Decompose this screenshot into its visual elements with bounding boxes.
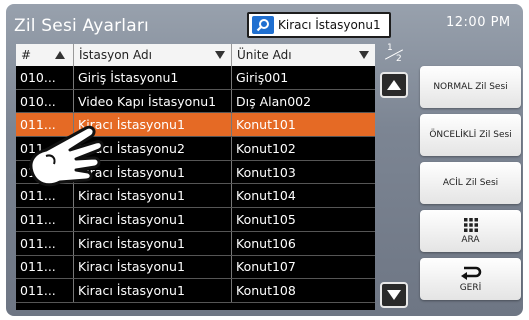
row-number: 011... (16, 279, 74, 302)
row-station-name: Kiracı İstasyonu1 (74, 255, 232, 279)
row-unit-name: Konut104 (236, 188, 296, 204)
page-total: 2 (396, 54, 402, 64)
row-unit-name: Konut102 (236, 140, 296, 156)
search-field[interactable]: Kiracı İstasyonu1 (247, 12, 391, 38)
table-header: # İstasyon Adı Ünite Adı (16, 44, 375, 66)
row-number: 010... (16, 89, 74, 113)
search-icon (252, 16, 274, 34)
row-unit-name: Konut107 (236, 259, 296, 275)
row-unit-name: Konut103 (236, 164, 296, 180)
sort-desc-icon (215, 51, 225, 59)
emergency-ringtone-label: ACİL Zil Sesi (442, 178, 499, 188)
arrow-down-icon (387, 290, 401, 300)
table-row[interactable]: 011... Kiracı İstasyonu1 Konut108 (16, 279, 375, 303)
emergency-ringtone-button[interactable]: ACİL Zil Sesi (420, 162, 521, 204)
col-station-label: İstasyon Adı (79, 48, 152, 62)
keypad-icon (463, 217, 478, 232)
row-unit-name: Konut108 (236, 283, 296, 299)
row-number: 010... (16, 66, 74, 89)
back-arrow-icon (460, 266, 481, 280)
row-station-name: Video Kapı İstasyonu1 (74, 89, 232, 113)
row-unit-name: Dış Alan002 (236, 93, 312, 109)
sort-desc-icon (359, 51, 369, 59)
scroll-down-button[interactable] (380, 282, 408, 308)
table-row[interactable]: 011... Kiracı İstasyonu1 Konut105 (16, 208, 375, 232)
row-number: 011... (16, 255, 74, 279)
col-number-header[interactable]: # (16, 44, 74, 66)
priority-ringtone-label: ÖNCELİKLİ Zil Sesi (429, 130, 512, 140)
col-unit-header[interactable]: Ünite Adı (232, 44, 375, 66)
pager: 1 2 (378, 43, 410, 310)
col-number-label: # (21, 48, 32, 62)
page-indicator: 1 2 (378, 43, 410, 66)
arrow-up-icon (387, 80, 401, 90)
normal-ringtone-label: NORMAL Zil Sesi (433, 82, 508, 92)
clock: 12:00 PM (446, 15, 511, 30)
screen: Zil Sesi Ayarları Kiracı İstasyonu1 12:0… (6, 4, 523, 316)
row-station-name: Kiracı İstasyonu1 (74, 279, 232, 302)
page-title: Zil Sesi Ayarları (14, 16, 149, 36)
touch-hand-icon (26, 114, 116, 194)
search-button[interactable]: ARA (420, 210, 521, 252)
row-station-name: Giriş İstasyonu1 (74, 66, 232, 89)
row-station-name: Kiracı İstasyonu1 (74, 231, 232, 255)
priority-ringtone-button[interactable]: ÖNCELİKLİ Zil Sesi (420, 114, 521, 156)
search-value: Kiracı İstasyonu1 (278, 18, 381, 32)
sort-asc-icon (55, 51, 66, 59)
table-row[interactable]: 011... Kiracı İstasyonu1 Konut107 (16, 255, 375, 280)
search-button-label: ARA (461, 234, 480, 245)
page-current: 1 (387, 43, 393, 53)
row-number: 011... (16, 231, 74, 255)
back-button[interactable]: GERİ (420, 258, 521, 300)
back-button-label: GERİ (459, 282, 482, 293)
table-row[interactable]: 010... Video Kapı İstasyonu1 Dış Alan002 (16, 89, 375, 114)
row-unit-name: Konut105 (236, 211, 296, 227)
col-unit-label: Ünite Adı (237, 48, 292, 62)
scroll-up-button[interactable] (380, 72, 408, 98)
row-unit-name: Konut106 (236, 235, 296, 251)
table-row[interactable]: 011... Kiracı İstasyonu1 Konut106 (16, 231, 375, 256)
normal-ringtone-button[interactable]: NORMAL Zil Sesi (420, 66, 521, 108)
row-unit-name: Giriş001 (236, 69, 289, 85)
row-unit-name: Konut101 (236, 117, 296, 133)
row-number: 011... (16, 208, 74, 231)
table-row[interactable]: 010... Giriş İstasyonu1 Giriş001 (16, 66, 375, 90)
col-station-header[interactable]: İstasyon Adı (74, 44, 232, 66)
row-station-name: Kiracı İstasyonu1 (74, 208, 232, 231)
